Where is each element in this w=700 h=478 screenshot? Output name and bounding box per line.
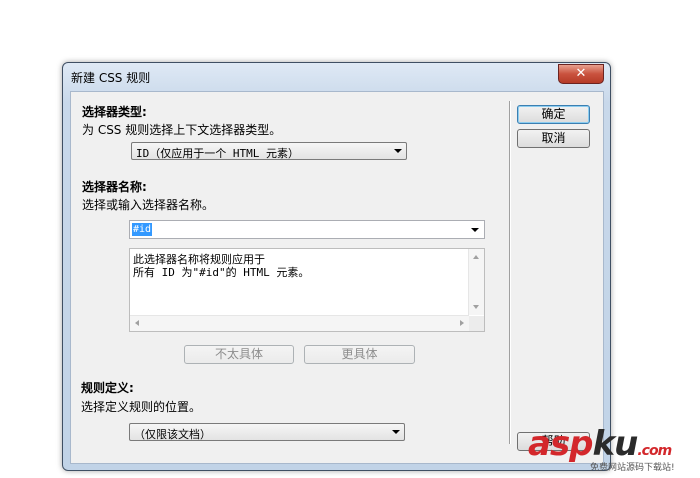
watermark-suffix: .com	[637, 443, 672, 459]
rule-definition-description: 选择定义规则的位置。	[81, 400, 202, 414]
watermark-tagline: 免费网站源码下载站!	[590, 463, 675, 473]
chevron-down-icon	[471, 228, 479, 232]
more-specific-button[interactable]: 更具体	[304, 345, 415, 364]
selector-name-description: 选择或输入选择器名称。	[82, 198, 215, 212]
selector-name-heading: 选择器名称:	[82, 180, 147, 194]
chevron-down-icon	[394, 149, 402, 153]
selector-description-box: 此选择器名称将规则应用于 所有 ID 为"#id"的 HTML 元素。	[129, 248, 485, 332]
title-bar: 新建 CSS 规则 ✕	[63, 63, 610, 90]
scroll-left-icon[interactable]	[135, 320, 139, 326]
close-icon: ✕	[575, 66, 587, 81]
rule-definition-heading: 规则定义:	[81, 381, 134, 395]
selector-name-value: #id	[132, 223, 153, 236]
scroll-up-icon[interactable]	[473, 255, 479, 259]
watermark-brand-red: asp	[528, 424, 594, 464]
selector-type-select[interactable]: ID（仅应用于一个 HTML 元素）	[131, 142, 407, 160]
scroll-corner	[469, 316, 484, 331]
less-specific-button[interactable]: 不太具体	[184, 345, 294, 364]
rule-location-value: （仅限该文档）	[134, 428, 211, 441]
watermark-brand-dark: ku	[592, 424, 639, 464]
preview-line-2: 所有 ID 为"#id"的 HTML 元素。	[133, 266, 310, 279]
horizontal-scrollbar[interactable]	[130, 315, 469, 331]
site-watermark-logo: aspku.com	[528, 424, 672, 464]
selector-type-heading: 选择器类型:	[82, 105, 147, 119]
scroll-down-icon[interactable]	[473, 305, 479, 309]
selector-type-value: ID（仅应用于一个 HTML 元素）	[136, 147, 299, 160]
vertical-scrollbar[interactable]	[468, 249, 484, 315]
scroll-right-icon[interactable]	[460, 320, 464, 326]
ok-button[interactable]: 确定	[517, 105, 590, 124]
dialog-title: 新建 CSS 规则	[71, 71, 151, 85]
cancel-button[interactable]: 取消	[517, 129, 590, 148]
selector-name-input[interactable]: #id	[129, 220, 485, 239]
chevron-down-icon	[392, 430, 400, 434]
close-button[interactable]: ✕	[558, 64, 604, 84]
rule-location-select[interactable]: （仅限该文档）	[129, 423, 405, 441]
selector-type-description: 为 CSS 规则选择上下文选择器类型。	[82, 123, 282, 137]
vertical-separator	[509, 101, 511, 444]
